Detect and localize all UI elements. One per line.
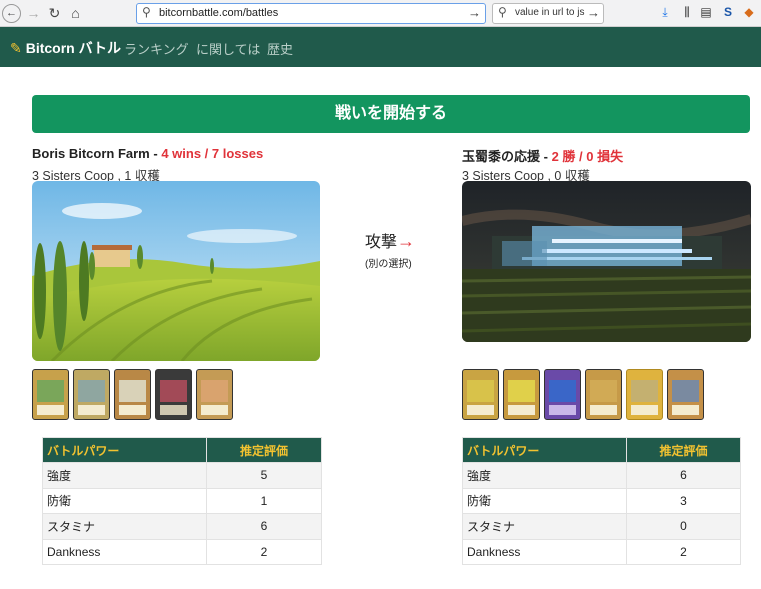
extension-icon[interactable]: ◆: [741, 5, 757, 19]
right-card-3[interactable]: [544, 369, 581, 420]
table-header-rating: 推定評価: [206, 437, 322, 463]
left-team-title: Boris Bitcorn Farm - 4 wins / 7 losses: [32, 146, 263, 161]
table-header-power: バトルパワー: [42, 437, 207, 463]
go-button[interactable]: →: [468, 5, 481, 20]
s-extension-icon[interactable]: S: [720, 5, 736, 19]
attack-label: 攻撃: [365, 234, 398, 251]
url-bar[interactable]: ⚲ bitcornbattle.com/battles →: [136, 3, 486, 24]
start-battle-button[interactable]: 戦いを開始する: [32, 95, 750, 133]
table-header-power: バトルパワー: [462, 437, 627, 463]
attack-arrow-icon: →: [397, 231, 416, 251]
table-header-rating: 推定評価: [626, 437, 741, 463]
stat-value: 1: [206, 487, 322, 514]
browser-toolbar: ← → ↻ ⌂ ⚲ bitcornbattle.com/battles → ⚲ …: [0, 0, 761, 27]
forward-button[interactable]: →: [24, 4, 43, 23]
stat-label: Dankness: [42, 538, 207, 565]
right-card-1[interactable]: [462, 369, 499, 420]
right-separator: -: [540, 149, 552, 164]
right-team-name[interactable]: 玉蜀黍の応援: [462, 149, 540, 164]
stat-label: 強度: [42, 462, 207, 489]
table-row: 強度 5: [42, 462, 322, 489]
left-card-5[interactable]: [196, 369, 233, 420]
left-separator: -: [149, 146, 162, 161]
corn-icon: ✎: [10, 40, 22, 56]
left-card-1[interactable]: [32, 369, 69, 420]
stat-value: 3: [626, 487, 741, 514]
left-team-name[interactable]: Boris Bitcorn Farm: [32, 146, 150, 161]
search-input[interactable]: value in url to js s: [515, 7, 587, 18]
attack-link[interactable]: 攻撃→: [365, 228, 415, 252]
alternate-selection-link[interactable]: (別の選択): [365, 255, 412, 270]
right-card-5[interactable]: [626, 369, 663, 420]
table-row: 防衛 1: [42, 487, 322, 514]
sidebar-icon[interactable]: ▤: [698, 5, 714, 19]
table-row: スタミナ 6: [42, 513, 322, 540]
stat-value: 0: [626, 513, 741, 540]
back-button[interactable]: ←: [2, 4, 21, 23]
search-icon: ⚲: [142, 5, 151, 19]
table-row: 防衛 3: [462, 487, 741, 514]
stat-label: 強度: [462, 462, 627, 489]
left-card-3[interactable]: [114, 369, 151, 420]
search-go-button[interactable]: →: [587, 5, 600, 20]
left-card-2[interactable]: [73, 369, 110, 420]
right-card-4[interactable]: [585, 369, 622, 420]
nav-link-history[interactable]: 歴史: [267, 39, 293, 58]
right-stats-table: バトルパワー 推定評価 強度 6 防衛 3 スタミナ 0 Dankness 2: [462, 437, 741, 565]
table-row: Dankness 2: [42, 538, 322, 565]
home-button[interactable]: ⌂: [66, 4, 85, 23]
left-farm-image: [32, 181, 320, 361]
stat-label: 防衛: [42, 487, 207, 514]
right-team-title: 玉蜀黍の応援 - 2 勝 / 0 損失: [462, 146, 623, 165]
nav-link-ranking[interactable]: ランキング: [124, 39, 189, 58]
right-team-record: 2 勝 / 0 損失: [551, 149, 624, 164]
stat-label: スタミナ: [42, 513, 207, 540]
search-icon: ⚲: [498, 5, 507, 19]
left-card-4[interactable]: [155, 369, 192, 420]
library-icon[interactable]: ⫼: [679, 5, 695, 20]
stat-value: 6: [206, 513, 322, 540]
url-text[interactable]: bitcornbattle.com/battles: [159, 7, 278, 19]
stat-value: 2: [206, 538, 322, 565]
nav-link-about[interactable]: に関しては: [196, 39, 260, 58]
right-card-6[interactable]: [667, 369, 704, 420]
stat-label: Dankness: [462, 538, 627, 565]
reload-button[interactable]: ↻: [45, 4, 64, 23]
download-icon[interactable]: ⤓: [657, 5, 673, 20]
table-row: Dankness 2: [462, 538, 741, 565]
table-row: スタミナ 0: [462, 513, 741, 540]
stat-label: 防衛: [462, 487, 627, 514]
left-team-record: 4 wins / 7 losses: [161, 146, 264, 161]
stat-value: 5: [206, 462, 322, 489]
left-stats-table: バトルパワー 推定評価 強度 5 防衛 1 スタミナ 6 Dankness 2: [42, 437, 322, 565]
right-card-2[interactable]: [503, 369, 540, 420]
site-navbar: ✎ Bitcorn バトル ランキング に関しては 歴史: [0, 27, 761, 67]
table-row: 強度 6: [462, 462, 741, 489]
search-bar[interactable]: ⚲ value in url to js s →: [492, 3, 604, 24]
brand-text: Bitcorn バトル: [25, 40, 122, 56]
right-farm-image: [462, 181, 751, 342]
stat-value: 2: [626, 538, 741, 565]
stat-label: スタミナ: [462, 513, 627, 540]
stat-value: 6: [626, 462, 741, 489]
brand-logo[interactable]: ✎ Bitcorn バトル: [10, 38, 121, 58]
